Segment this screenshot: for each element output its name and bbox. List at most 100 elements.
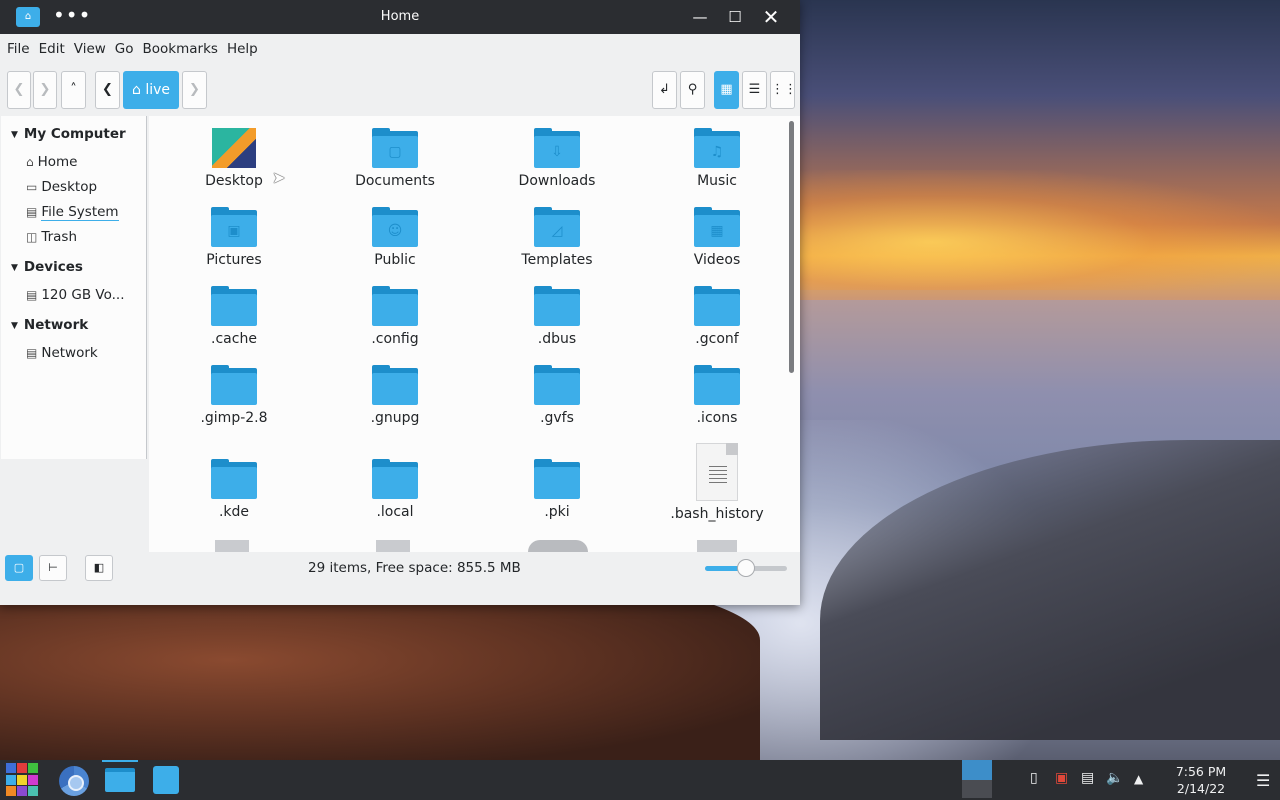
taskbar-browser[interactable] — [56, 762, 92, 798]
menu-view[interactable]: View — [74, 41, 113, 57]
partial-file-icon — [215, 540, 249, 552]
hide-sidebar-button[interactable]: ◧ — [85, 555, 113, 581]
network-disconnected-icon[interactable]: ▣ — [1055, 770, 1068, 786]
taskbar: ▯ ▣ ▤ 🔈 ▲ 7:56 PM 2/14/22 ☰ — [0, 760, 1280, 800]
file-item[interactable]: .cache — [179, 286, 289, 347]
file-name: .pki — [544, 504, 570, 520]
up-button[interactable]: ˄ — [61, 71, 86, 109]
file-item[interactable]: ▢ Documents — [340, 128, 450, 189]
scrollbar-thumb[interactable] — [789, 121, 794, 373]
breadcrumb-current[interactable]: ⌂ live — [123, 71, 179, 109]
toggle-location-button[interactable]: ↲ — [652, 71, 677, 109]
file-item[interactable]: .kde — [179, 459, 289, 520]
file-item[interactable]: .gimp-2.8 — [179, 365, 289, 426]
clipboard-icon[interactable]: ▤ — [1081, 770, 1094, 786]
folder-icon — [105, 768, 135, 792]
file-item[interactable]: ◿ Templates — [502, 207, 612, 268]
menu-help[interactable]: Help — [227, 41, 265, 57]
file-item[interactable]: .icons — [662, 365, 772, 426]
folder-icon: ⇩ — [534, 128, 580, 168]
search-button[interactable]: ⚲ — [680, 71, 705, 109]
partial-file-icon — [376, 540, 410, 552]
file-name: .gnupg — [370, 410, 420, 426]
file-name: Public — [374, 252, 416, 268]
start-menu-button[interactable] — [6, 763, 38, 797]
file-item[interactable]: .pki — [502, 459, 612, 520]
maximize-button[interactable]: ☐ — [723, 5, 747, 29]
sidebar-section-my-computer[interactable]: ▼ My Computer — [11, 126, 126, 142]
volume-icon[interactable]: 🔈 — [1106, 770, 1123, 786]
file-item[interactable]: ▦ Videos — [662, 207, 772, 268]
file-item[interactable]: .gvfs — [502, 365, 612, 426]
file-name: .cache — [211, 331, 257, 347]
drive-icon: ▤ — [26, 205, 38, 219]
status-bar: ▢ ⊢ ◧ 29 items, Free space: 855.5 MB — [0, 552, 800, 585]
places-button[interactable]: ▢ — [5, 555, 33, 581]
sidebar-item-desktop[interactable]: ▭ Desktop — [26, 179, 97, 195]
sidebar-item-file-system[interactable]: ▤ File System — [26, 204, 119, 221]
menu-go[interactable]: Go — [115, 41, 141, 57]
sidebar-item-volume[interactable]: ▤ 120 GB Vo... — [26, 287, 125, 303]
folder-icon: ◿ — [534, 207, 580, 247]
usb-icon[interactable]: ▯ — [1030, 770, 1038, 786]
home-icon: ⌂ — [131, 82, 146, 98]
desktop-icon: ▭ — [26, 180, 38, 194]
sidebar-section-devices[interactable]: ▼ Devices — [11, 259, 83, 275]
file-name: Downloads — [518, 173, 596, 189]
file-name: Music — [697, 173, 737, 189]
text-file-icon — [696, 443, 738, 501]
folder-icon: ▦ — [694, 207, 740, 247]
taskbar-software-store[interactable] — [148, 762, 184, 798]
file-item[interactable]: ♫ Music — [662, 128, 772, 189]
sidebar-item-network[interactable]: ▤ Network — [26, 345, 98, 361]
sidebar-item-trash[interactable]: ◫ Trash — [26, 229, 77, 245]
folder-icon — [534, 365, 580, 405]
breadcrumb-left-button[interactable]: ❮ — [95, 71, 120, 109]
sidebar-item-home[interactable]: ⌂ Home — [26, 154, 78, 170]
minimize-button[interactable]: — — [688, 5, 712, 29]
file-item[interactable]: ☺ Public — [340, 207, 450, 268]
menu-edit[interactable]: Edit — [39, 41, 72, 57]
file-item[interactable]: ▣ Pictures — [179, 207, 289, 268]
taskbar-file-manager[interactable] — [102, 760, 138, 798]
tree-button[interactable]: ⊢ — [39, 555, 67, 581]
menu-bookmarks[interactable]: Bookmarks — [143, 41, 225, 57]
list-view-button[interactable]: ☰ — [742, 71, 767, 109]
menu-file[interactable]: File — [7, 41, 37, 57]
file-item[interactable]: .gnupg — [340, 365, 450, 426]
toolbar: ❮ ❯ ˄ ❮ ⌂ live ❯ ↲ ⚲ ▦ ☰ ⋮⋮ — [0, 64, 800, 116]
clock-time: 7:56 PM — [1175, 764, 1227, 779]
file-name: .local — [376, 504, 414, 520]
folder-icon — [211, 365, 257, 405]
workspace-pager[interactable] — [962, 760, 992, 800]
file-name: .kde — [218, 504, 250, 520]
menu-icon[interactable]: ☰ — [1256, 771, 1270, 790]
file-item[interactable]: .bash_history — [662, 443, 772, 522]
zoom-slider-handle[interactable] — [737, 559, 755, 577]
close-button[interactable]: ✕ — [759, 5, 783, 29]
back-button[interactable]: ❮ — [7, 71, 31, 109]
status-text: 29 items, Free space: 855.5 MB — [308, 560, 521, 576]
title-bar[interactable]: ⌂ ••• Home — ☐ ✕ — [0, 0, 800, 34]
sidebar-section-network[interactable]: ▼ Network — [11, 317, 88, 333]
file-item[interactable]: ⇩ Downloads — [502, 128, 612, 189]
compact-view-button[interactable]: ⋮⋮ — [770, 71, 797, 109]
file-name: .icons — [696, 410, 738, 426]
icon-view-button[interactable]: ▦ — [714, 71, 739, 109]
folder-icon: ▢ — [372, 128, 418, 168]
clock-date: 2/14/22 — [1176, 781, 1226, 796]
desktop-folder-icon — [212, 128, 256, 168]
file-item[interactable]: .dbus — [502, 286, 612, 347]
file-item[interactable]: .local — [340, 459, 450, 520]
file-item[interactable]: .gconf — [662, 286, 772, 347]
breadcrumb-right-button[interactable]: ❯ — [182, 71, 207, 109]
file-name: Templates — [521, 252, 593, 268]
file-name: Pictures — [206, 252, 262, 268]
breadcrumb-label: live — [145, 82, 171, 98]
network-icon: ▤ — [26, 346, 38, 360]
tray-expand-icon[interactable]: ▲ — [1134, 772, 1143, 786]
clock[interactable]: 7:56 PM 2/14/22 — [1170, 763, 1232, 797]
folder-icon: ▣ — [211, 207, 257, 247]
file-item[interactable]: .config — [340, 286, 450, 347]
forward-button[interactable]: ❯ — [33, 71, 57, 109]
